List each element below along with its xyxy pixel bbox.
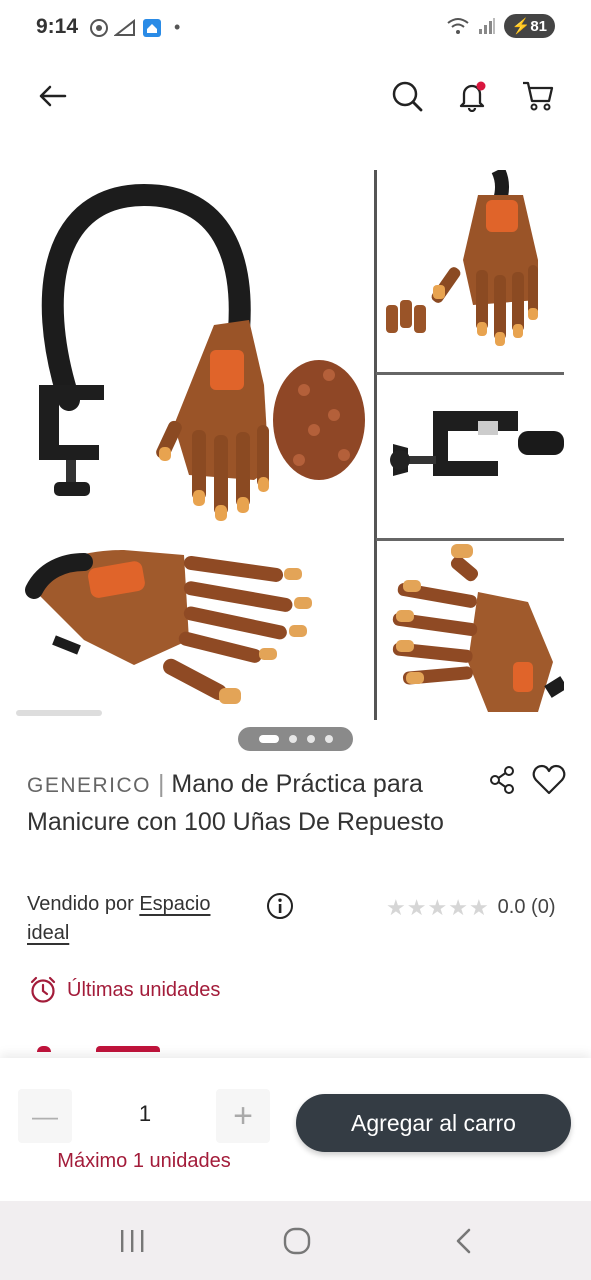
search-button[interactable] — [387, 76, 427, 116]
product-thumb-hand-side[interactable] — [378, 542, 564, 718]
battery-indicator: ⚡81 — [503, 14, 555, 38]
gallery-dot-4[interactable] — [324, 735, 333, 743]
product-main-image[interactable] — [14, 170, 370, 718]
product-image-gallery[interactable] — [0, 160, 591, 720]
seller-prefix: Vendido por — [27, 893, 140, 915]
favorite-button[interactable] — [532, 764, 566, 796]
status-bar: 9:14 • ⚡81 — [0, 0, 591, 58]
add-to-cart-button[interactable]: Agregar al carro — [296, 1094, 571, 1152]
notifications-button[interactable] — [452, 76, 492, 116]
gallery-divider-2 — [376, 538, 564, 541]
signal-boost-icon — [114, 18, 135, 36]
cart-button[interactable] — [518, 76, 558, 116]
heart-icon — [532, 764, 566, 795]
gallery-dot-3[interactable] — [306, 735, 315, 743]
minus-icon: — — [32, 1100, 58, 1131]
product-title-block: GENERICO | Mano de Práctica para Manicur… — [27, 766, 487, 841]
recent-apps-icon — [121, 1230, 144, 1252]
gallery-dot-1[interactable] — [258, 735, 279, 743]
quantity-value[interactable]: 1 — [120, 1101, 170, 1127]
top-app-bar — [0, 60, 591, 134]
back-arrow-icon — [39, 85, 67, 107]
system-back-button[interactable] — [442, 1221, 486, 1261]
seller-info-button[interactable] — [266, 892, 294, 920]
wifi-icon — [447, 18, 469, 34]
plus-icon: + — [233, 1096, 253, 1135]
stock-label: Últimas unidades — [67, 978, 221, 1001]
max-quantity-label: Máximo 1 unidades — [57, 1150, 231, 1172]
search-icon — [392, 81, 423, 112]
seller-info: Vendido por Espacio ideal — [27, 890, 237, 948]
share-icon — [490, 766, 514, 794]
info-icon — [267, 893, 293, 919]
status-dot: • — [174, 17, 181, 37]
home-app-icon — [143, 18, 161, 37]
rating-value: 0.0 (0) — [497, 896, 556, 918]
cart-icon — [523, 81, 554, 111]
rating-count: (0) — [531, 896, 556, 918]
star-icon: ★ — [427, 894, 448, 920]
product-thumb-clamp[interactable] — [378, 376, 564, 536]
chevron-left-icon — [456, 1228, 471, 1254]
status-time: 9:14 — [36, 15, 79, 38]
product-thumb-hand-top[interactable] — [378, 170, 564, 370]
chrome-icon — [90, 18, 108, 37]
home-circle-icon — [283, 1227, 311, 1255]
back-button[interactable] — [32, 76, 72, 116]
recent-apps-button[interactable] — [110, 1221, 154, 1261]
quantity-increase-button[interactable]: + — [216, 1089, 270, 1143]
product-rating[interactable]: ★ ★ ★ ★ ★ 0.0 (0) — [386, 896, 556, 919]
home-button[interactable] — [275, 1221, 319, 1261]
alarm-clock-icon — [30, 976, 56, 1003]
star-icon: ★ — [386, 894, 406, 920]
system-navigation-bar — [0, 1201, 591, 1280]
brand-separator: | — [157, 770, 165, 798]
gallery-divider-vertical — [374, 170, 377, 720]
share-button[interactable] — [488, 765, 518, 795]
quantity-decrease-button[interactable]: — — [18, 1089, 72, 1143]
gallery-pagination[interactable] — [238, 727, 353, 751]
product-brand[interactable]: GENERICO — [27, 774, 151, 797]
stock-warning: Últimas unidades — [29, 976, 220, 1004]
gallery-divider-1 — [376, 372, 564, 375]
partial-badge — [96, 1046, 160, 1052]
star-icon: ★ — [468, 894, 489, 920]
cell-signal-icon — [478, 18, 495, 34]
status-system-icons: ⚡81 — [446, 14, 555, 38]
star-icon: ★ — [448, 894, 468, 920]
status-notification-icons: • — [90, 17, 180, 38]
bell-icon — [459, 81, 486, 112]
star-icon: ★ — [406, 894, 427, 920]
gallery-dot-2[interactable] — [288, 735, 297, 743]
gallery-scroll-hint — [16, 710, 102, 716]
partial-badge-icon — [37, 1046, 51, 1052]
